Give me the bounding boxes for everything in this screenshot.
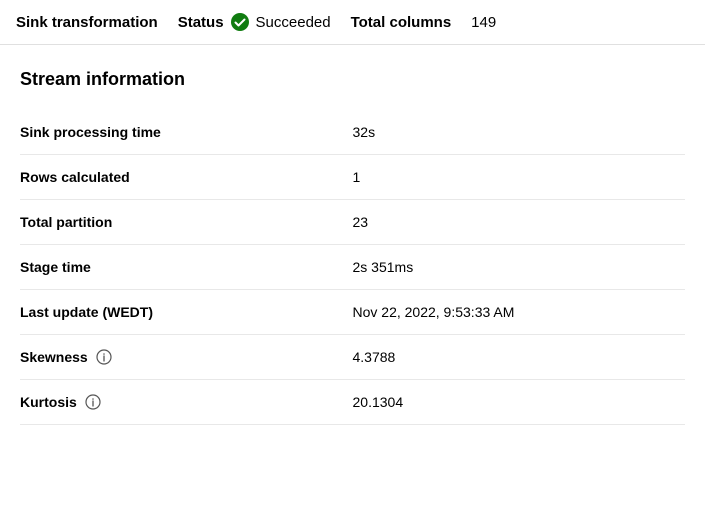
total-columns-label: Total columns	[351, 14, 452, 31]
header-bar: Sink transformation Status Succeeded Tot…	[0, 0, 705, 45]
section-title: Stream information	[20, 69, 685, 90]
row-label-1: Rows calculated	[20, 169, 130, 185]
table-row: Last update (WEDT) Nov 22, 2022, 9:53:33 …	[20, 290, 685, 335]
status-label: Status	[178, 14, 224, 31]
table-row: Sink processing time 32s	[20, 110, 685, 155]
table-row: Rows calculated 1	[20, 155, 685, 200]
info-table: Sink processing time32sRows calculated1T…	[20, 110, 685, 425]
row-value-1: 1	[353, 155, 686, 200]
row-label-3: Stage time	[20, 259, 91, 275]
main-content: Stream information Sink processing time 3…	[0, 45, 705, 449]
row-value-6: 20.1304	[353, 380, 686, 425]
table-row: Total partition 23	[20, 200, 685, 245]
row-value-4: Nov 22, 2022, 9:53:33 AM	[353, 290, 686, 335]
row-label-0: Sink processing time	[20, 124, 161, 140]
status-group: Status Succeeded	[178, 12, 331, 32]
table-row: Stage time 2s 351ms	[20, 245, 685, 290]
info-circle-icon[interactable]	[96, 349, 112, 365]
table-row: Kurtosis 20.1304	[20, 380, 685, 425]
row-value-2: 23	[353, 200, 686, 245]
row-label-5: Skewness	[20, 349, 88, 365]
status-value: Succeeded	[256, 14, 331, 31]
sink-transformation-title: Sink transformation	[16, 14, 158, 31]
row-value-0: 32s	[353, 110, 686, 155]
row-label-4: Last update (WEDT)	[20, 304, 153, 320]
total-columns-value: 149	[471, 14, 496, 31]
table-row: Skewness 4.3788	[20, 335, 685, 380]
row-value-3: 2s 351ms	[353, 245, 686, 290]
row-label-6: Kurtosis	[20, 394, 77, 410]
status-success-icon	[230, 12, 250, 32]
row-label-2: Total partition	[20, 214, 112, 230]
row-value-5: 4.3788	[353, 335, 686, 380]
info-circle-icon[interactable]	[85, 394, 101, 410]
